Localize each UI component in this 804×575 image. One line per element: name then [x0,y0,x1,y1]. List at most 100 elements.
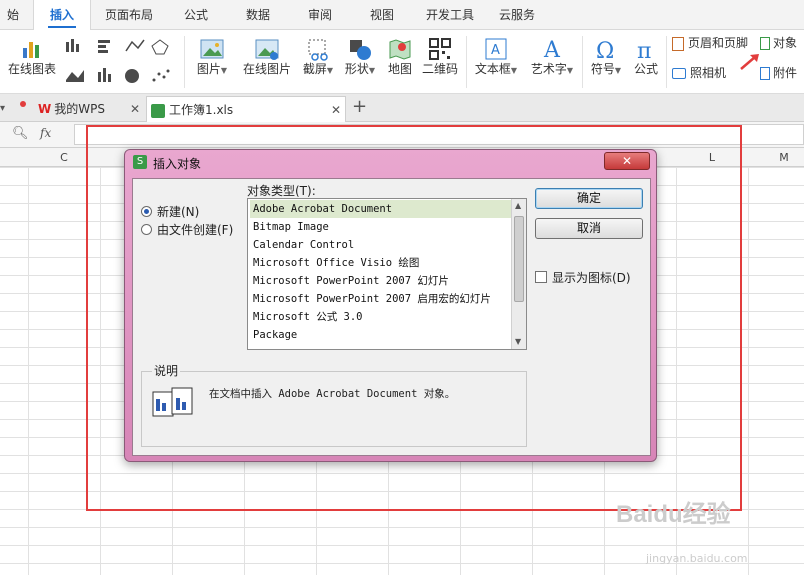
tab-my-wps[interactable]: W 我的WPS ✕ [38,96,146,122]
shapes-icon [350,40,371,60]
cancel-button[interactable]: 取消 [535,218,643,239]
list-item[interactable]: Calendar Control [250,236,512,254]
close-tab-icon[interactable]: ✕ [130,96,140,122]
pi-icon: π [637,39,651,62]
menu-bar: 始 插入 页面布局 公式 数据 审阅 视图 开发工具 云服务 [0,0,804,31]
picture-button[interactable]: 图片▼ [192,36,232,78]
list-item[interactable]: Package [250,326,512,344]
list-item[interactable]: Microsoft PowerPoint 2007 启用宏的幻灯片 [250,290,512,308]
red-arrow-icon [740,54,759,70]
tab-developer[interactable]: 开发工具 [418,0,482,30]
dropdown-arrow-icon: ▼ [368,66,376,75]
display-as-icon-checkbox[interactable] [535,271,547,283]
tab-data[interactable]: 数据 [232,0,284,30]
column-header-m[interactable]: M [748,148,804,167]
online-chart-button[interactable]: 在线图表 [6,36,58,76]
symbol-button[interactable]: Ω 符号▼ [586,36,626,78]
chart-type-icons[interactable] [64,36,174,90]
ribbon-separator [666,36,667,88]
object-type-label: 对象类型(T): [247,184,316,198]
shape-button[interactable]: 形状▼ [340,36,380,78]
radio-from-file-label[interactable]: 由文件创建(F) [157,221,233,238]
svg-text:A: A [491,43,500,58]
column-header-c[interactable]: C [28,148,100,167]
chart-icon [23,42,39,58]
textbox-icon: A [485,38,507,60]
watermark-url: jingyan.baidu.com [646,552,748,565]
textbox-button[interactable]: A 文本框▼ [470,36,522,78]
online-picture-icon [255,39,279,60]
tab-workbook[interactable]: 工作簿1.xls ✕ [146,96,346,122]
object-type-list[interactable]: Adobe Acrobat Document Bitmap Image Cale… [247,198,527,350]
dropdown-arrow-icon: ▼ [326,66,334,75]
camera-button[interactable]: 照相机 [672,64,742,81]
scroll-up-icon[interactable]: ▲ [515,201,521,210]
tab-view[interactable]: 视图 [356,0,408,30]
tab-menu-icon[interactable]: ▾ [0,103,5,114]
formula-button[interactable]: π 公式 [628,36,664,76]
tab-cloud[interactable]: 云服务 [490,0,544,30]
omega-icon: Ω [596,39,614,62]
wordart-icon: A [543,38,561,62]
scroll-down-icon[interactable]: ▼ [515,337,521,346]
wps-logo-icon: W [38,102,52,116]
list-item[interactable]: Microsoft 公式 3.0 [250,308,512,326]
dialog-title: 插入对象 [153,157,202,171]
ribbon-separator [466,36,467,88]
ok-button[interactable]: 确定 [535,188,643,209]
ribbon: 在线图表 图片▼ 在线图片 截屏▼ 形状▼ 地图 二维码 A 文本框▼ A 艺术… [0,30,804,94]
dialog-titlebar[interactable]: S 插入对象 ✕ [125,150,656,176]
close-tab-icon[interactable]: ✕ [331,97,341,123]
dropdown-arrow-icon: ▼ [220,66,228,75]
online-picture-button[interactable]: 在线图片 [240,36,294,76]
wps-sheet-icon: S [133,155,147,169]
description-text: 在文档中插入 Adobe Acrobat Document 对象。 [209,388,456,400]
header-footer-icon [672,36,684,51]
tab-page-layout[interactable]: 页面布局 [96,0,162,30]
svg-text:π: π [637,39,651,62]
column-header-l[interactable]: L [676,148,748,167]
radio-new[interactable] [141,206,152,217]
object-document-icon [152,387,193,417]
formula-input[interactable] [74,124,804,145]
display-as-icon-label[interactable]: 显示为图标(D) [552,269,631,286]
screenshot-button[interactable]: 截屏▼ [298,36,338,78]
description-group: 说明 在文档中插入 Adobe Acrobat Document 对象。 [141,362,527,447]
radio-new-label[interactable]: 新建(N) [157,203,199,220]
tab-formulas[interactable]: 公式 [170,0,222,30]
formula-bar: 🔍︎ fx [0,122,804,148]
object-button[interactable]: 对象 [760,34,804,51]
list-item[interactable]: Microsoft Office Visio 绘图 [250,254,512,272]
picture-icon [200,39,224,59]
svg-text:Ω: Ω [596,39,614,62]
insert-object-dialog: S 插入对象 ✕ 新建(N) 由文件创建(F) 对象类型(T): Adobe A… [124,149,657,462]
wordart-button[interactable]: A 艺术字▼ [526,36,578,78]
radio-from-file[interactable] [141,224,152,235]
zoom-icon[interactable]: 🔍︎ [12,126,29,141]
attachment-button[interactable]: 附件 [760,64,804,81]
list-item[interactable]: Bitmap Image [250,218,512,236]
notification-dot [20,101,26,107]
header-footer-button[interactable]: 页眉和页脚 [672,34,758,51]
dialog-body: 新建(N) 由文件创建(F) 对象类型(T): Adobe Acrobat Do… [132,178,651,456]
qrcode-button[interactable]: 二维码 [420,36,460,76]
tab-insert[interactable]: 插入 [33,0,91,31]
document-tabs: ▾ W 我的WPS ✕ 工作簿1.xls ✕ + [0,94,804,122]
ribbon-separator [582,36,583,88]
list-scrollbar[interactable]: ▲ ▼ [511,199,526,349]
dropdown-arrow-icon: ▼ [614,66,622,75]
close-button[interactable]: ✕ [604,152,650,170]
description-label: 说明 [152,362,181,379]
new-tab-icon[interactable]: + [352,96,367,117]
camera-icon [672,68,686,79]
fx-icon[interactable]: fx [40,126,51,140]
list-item[interactable]: Adobe Acrobat Document [250,200,512,218]
list-item[interactable]: Microsoft PowerPoint 2007 幻灯片 [250,272,512,290]
qrcode-icon [429,38,451,60]
object-icon [760,37,770,50]
scissors-icon [308,39,328,61]
map-button[interactable]: 地图 [384,36,416,76]
tab-review[interactable]: 审阅 [294,0,346,30]
tab-start[interactable]: 始 [0,0,26,30]
scroll-thumb[interactable] [514,216,524,302]
